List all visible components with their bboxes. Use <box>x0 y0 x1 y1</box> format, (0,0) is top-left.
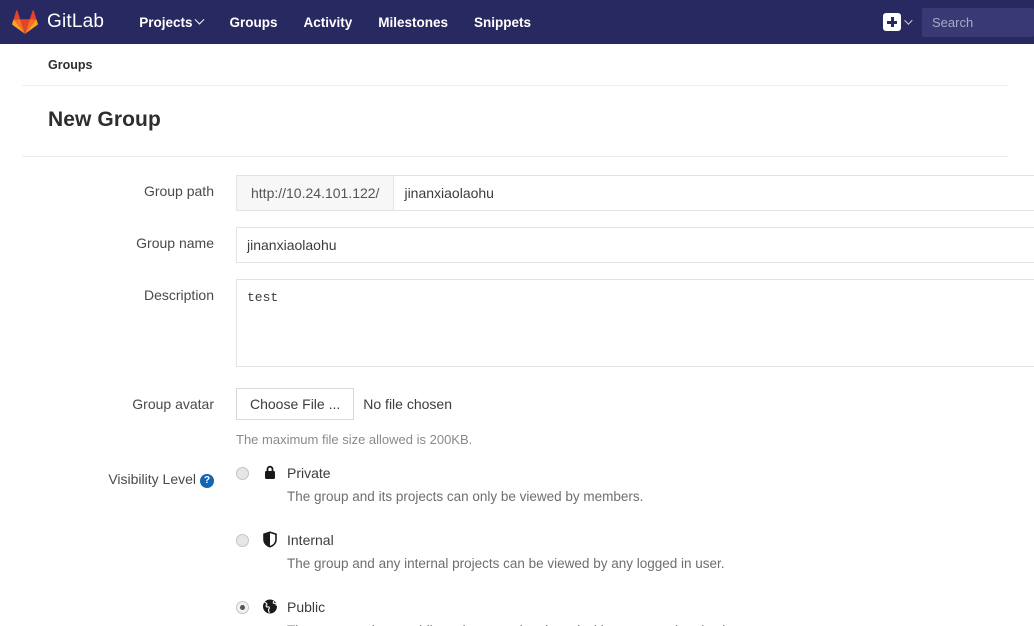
visibility-name: Private <box>287 465 331 481</box>
visibility-level-label-text: Visibility Level <box>108 471 196 487</box>
gitlab-brand-name: GitLab <box>47 11 105 32</box>
visibility-option-internal[interactable]: Internal The group and any internal proj… <box>236 530 1034 574</box>
page-title: New Group <box>22 86 1008 157</box>
question-mark-help-icon[interactable]: ? <box>200 474 214 488</box>
file-chosen-status: No file chosen <box>363 396 452 412</box>
primary-nav: Projects Groups Activity Milestones Snip… <box>126 1 544 44</box>
form-row-description: Description <box>0 279 1034 372</box>
nav-link-label: Groups <box>229 14 278 30</box>
visibility-description: The group and its projects can only be v… <box>287 489 644 505</box>
nav-item-activity[interactable]: Activity <box>290 1 365 44</box>
group-name-control <box>236 227 1034 263</box>
description-label: Description <box>143 287 214 303</box>
avatar-size-hint: The maximum file size allowed is 200KB. <box>236 432 473 447</box>
chevron-down-icon <box>195 14 205 25</box>
nav-item-groups[interactable]: Groups <box>216 1 290 44</box>
file-picker: Choose File ... No file chosen <box>236 388 1034 420</box>
new-item-dropdown-button[interactable] <box>877 13 916 31</box>
shield-icon <box>262 531 278 548</box>
search-input[interactable] <box>922 7 1034 37</box>
visibility-option-private[interactable]: Private The group and its projects can o… <box>236 463 1034 507</box>
visibility-option-public[interactable]: Public The group and any public projects… <box>236 597 1034 626</box>
visibility-radio-private[interactable] <box>236 467 249 480</box>
visibility-name: Public <box>287 598 326 615</box>
group-path-control: http://10.24.101.122/ <box>236 175 1034 211</box>
chevron-down-icon <box>904 16 913 25</box>
nav-link-label: Milestones <box>378 14 449 30</box>
group-name-label: Group name <box>136 235 214 251</box>
top-navbar: GitLab Projects Groups Activity Mileston… <box>0 0 1034 44</box>
description-textarea[interactable] <box>236 279 1034 367</box>
group-avatar-control: Choose File ... No file chosen The maxim… <box>236 388 1034 447</box>
visibility-text-public: Public The group and any public projects… <box>287 597 744 626</box>
visibility-description: The group and any internal projects can … <box>287 556 725 572</box>
nav-item-snippets[interactable]: Snippets <box>461 1 544 44</box>
visibility-name: Internal <box>287 531 334 548</box>
form-row-visibility-level: Visibility Level? Private The group and … <box>0 463 1034 626</box>
group-avatar-label: Group avatar <box>132 396 214 412</box>
globe-icon <box>262 598 278 615</box>
visibility-level-label: Visibility Level? <box>0 463 236 490</box>
group-path-input[interactable] <box>393 175 1034 211</box>
lock-icon <box>262 464 278 481</box>
new-group-form: Group path http://10.24.101.122/ Group n… <box>0 157 1034 626</box>
visibility-radio-public[interactable] <box>236 600 249 614</box>
form-row-group-avatar: Group avatar Choose File ... No file cho… <box>0 388 1034 447</box>
nav-item-projects[interactable]: Projects <box>126 1 216 44</box>
gitlab-fox-logo-icon <box>12 9 38 35</box>
nav-link-label: Projects <box>139 14 193 30</box>
gitlab-brand-link[interactable]: GitLab <box>12 9 104 35</box>
description-control <box>236 279 1034 372</box>
visibility-text-internal: Internal The group and any internal proj… <box>287 530 725 574</box>
form-row-group-path: Group path http://10.24.101.122/ <box>0 175 1034 211</box>
page-content: Groups New Group Group path http://10.24… <box>0 44 1034 626</box>
visibility-text-private: Private The group and its projects can o… <box>287 463 643 507</box>
visibility-radio-internal[interactable] <box>236 533 249 547</box>
group-name-input[interactable] <box>236 227 1034 263</box>
visibility-options: Private The group and its projects can o… <box>236 463 1034 626</box>
nav-link-label: Snippets <box>474 14 532 30</box>
nav-link-label: Activity <box>303 14 353 30</box>
visibility-description: The group and any public projects can be… <box>287 621 744 626</box>
navbar-right-section <box>877 0 1034 44</box>
group-path-label: Group path <box>143 183 214 199</box>
group-path-prefix-addon: http://10.24.101.122/ <box>236 175 394 211</box>
form-row-group-name: Group name <box>0 227 1034 263</box>
group-path-input-group: http://10.24.101.122/ <box>236 175 1034 211</box>
plus-square-icon <box>883 13 901 31</box>
choose-file-button[interactable]: Choose File ... <box>236 388 355 420</box>
nav-item-milestones[interactable]: Milestones <box>365 1 461 44</box>
breadcrumb[interactable]: Groups <box>22 44 1008 86</box>
